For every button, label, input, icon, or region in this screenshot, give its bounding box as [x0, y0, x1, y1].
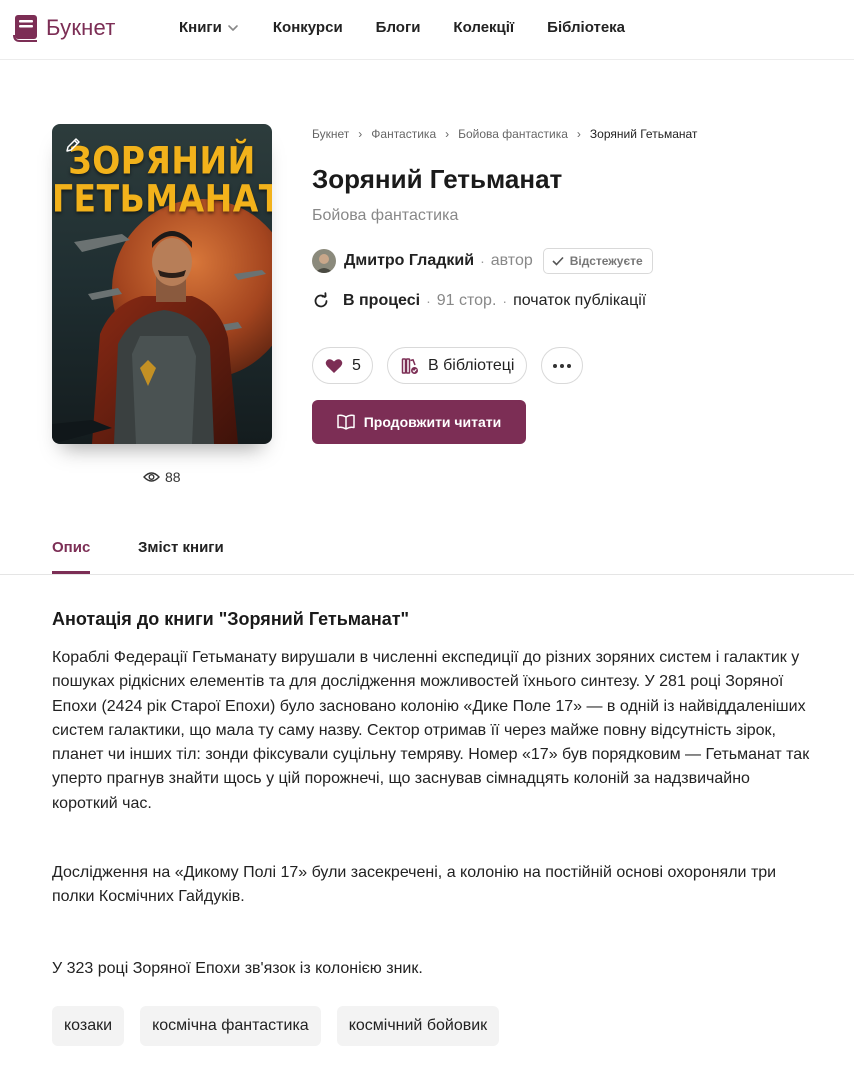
breadcrumb-chevron-icon: ›: [358, 127, 363, 141]
tag-item[interactable]: космічний бойовик: [336, 1006, 500, 1046]
library-button[interactable]: В бібліотеці: [387, 347, 527, 384]
author-name[interactable]: Дмитро Гладкий: [344, 252, 474, 270]
logo-text: Букнет: [46, 15, 116, 40]
heart-icon: [325, 358, 343, 373]
status-row: В процесі · 91 стор. · початок публікаці…: [312, 292, 646, 310]
nav-books-label: Книги: [179, 19, 222, 36]
library-label: В бібліотеці: [428, 356, 515, 374]
nav-library[interactable]: Бібліотека: [547, 19, 625, 36]
continue-reading-button[interactable]: Продовжити читати: [312, 400, 526, 444]
cover-title-line2: ГЕТЬМАНАТ: [52, 176, 272, 221]
tab-description[interactable]: Опис: [52, 539, 90, 556]
author-row: Дмитро Гладкий · автор Відстежуєте: [312, 247, 653, 275]
like-button[interactable]: 5: [312, 347, 373, 384]
view-count-value: 88: [165, 469, 181, 485]
checkmark-icon: [552, 256, 564, 266]
status-state: В процесі: [343, 292, 421, 309]
breadcrumb: Букнет › Фантастика › Бойова фантастика …: [312, 127, 697, 141]
refresh-icon: [314, 292, 328, 308]
tabs-divider: [0, 574, 854, 575]
annotation-paragraph: Дослідження на «Дикому Полі 17» були зас…: [52, 864, 777, 906]
nav-contests[interactable]: Конкурси: [273, 19, 343, 36]
breadcrumb-category[interactable]: Фантастика: [371, 127, 436, 141]
tag-item[interactable]: космічна фантастика: [140, 1006, 321, 1046]
site-header: Букнет Книги Конкурси Блоги Колекції Біб…: [0, 0, 854, 60]
breadcrumb-home[interactable]: Букнет: [312, 127, 349, 141]
library-icon: [401, 357, 418, 374]
book-cover[interactable]: ЗОРЯНИЙ ГЕТЬМАНАТ: [52, 124, 272, 444]
eye-icon: [143, 472, 160, 482]
publication-status: початок публікації: [513, 292, 647, 309]
book-title: Зоряний Гетьманат: [312, 164, 563, 194]
page-count: 91 стор.: [436, 292, 497, 309]
like-count: 5: [352, 356, 361, 374]
annotation-title: Анотація до книги "Зоряний Гетьманат": [52, 609, 410, 629]
view-count: 88: [143, 469, 181, 485]
pencil-icon[interactable]: [64, 136, 82, 154]
separator-dot: ·: [480, 253, 485, 269]
main-nav: Книги Конкурси Блоги Колекції Бібліотека: [179, 19, 625, 36]
more-dots-icon: [553, 363, 571, 368]
chevron-down-icon: [228, 24, 238, 31]
more-options-button[interactable]: [541, 347, 583, 384]
logo[interactable]: Букнет: [12, 13, 116, 43]
nav-collections[interactable]: Колекції: [453, 19, 514, 36]
follow-button[interactable]: Відстежуєте: [542, 248, 653, 274]
breadcrumb-subcategory[interactable]: Бойова фантастика: [458, 127, 568, 141]
follow-label: Відстежуєте: [569, 254, 643, 268]
tab-contents[interactable]: Зміст книги: [138, 539, 224, 556]
logo-book-icon: [13, 15, 37, 42]
nav-books[interactable]: Книги: [179, 19, 240, 36]
author-role: автор: [490, 252, 533, 269]
author-avatar[interactable]: [312, 249, 336, 273]
annotation-paragraph: У 323 році Зоряної Епохи зв'язок із коло…: [52, 960, 423, 977]
annotation-paragraph: Кораблі Федерації Гетьманату вирушали в …: [52, 649, 810, 812]
nav-blogs[interactable]: Блоги: [376, 19, 421, 36]
tag-item[interactable]: козаки: [52, 1006, 125, 1046]
book-genre[interactable]: Бойова фантастика: [312, 207, 458, 225]
tag-list: козаки космічна фантастика космічний бой…: [52, 1006, 500, 1046]
continue-reading-label: Продовжити читати: [363, 414, 502, 430]
breadcrumb-current: Зоряний Гетьманат: [589, 127, 698, 141]
breadcrumb-chevron-icon: ›: [576, 127, 581, 141]
separator-dot: ·: [502, 293, 508, 309]
breadcrumb-chevron-icon: ›: [445, 127, 450, 141]
open-book-icon: [336, 414, 355, 430]
separator-dot: ·: [426, 293, 431, 309]
